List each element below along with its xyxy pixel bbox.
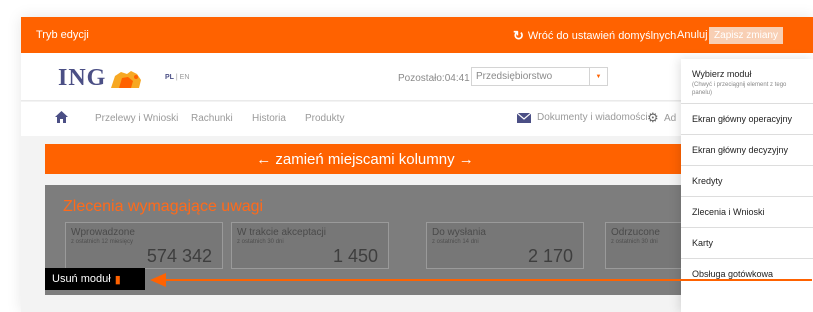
dashboard-editor: Tryb edycji ↻ Wróć do ustawień domyślnyc… <box>21 17 813 312</box>
module-option-cash[interactable]: Obsługa gotówkowa <box>681 258 813 289</box>
session-timer: Pozostało:04:41 <box>398 73 470 84</box>
chevron-down-icon: ▼ <box>589 68 607 85</box>
documents-label: Dokumenty i wiadomości <box>537 112 648 123</box>
module-title: Zlecenia wymagające uwagi <box>63 198 264 215</box>
module-picker-header: Wybierz moduł (Chwyć i przeciągnij eleme… <box>681 59 813 103</box>
lion-logo-icon <box>111 70 142 88</box>
card-value: 1 450 <box>332 246 378 266</box>
refresh-icon: ↻ <box>513 28 524 43</box>
module-option-operational[interactable]: Ekran główny operacyjny <box>681 103 813 134</box>
card-period: z ostatnich 14 dni <box>432 239 479 245</box>
lang-pl[interactable]: PL <box>165 74 174 81</box>
card-label: W trakcie akceptacji <box>237 227 326 238</box>
nav-item-history[interactable]: Historia <box>252 113 286 124</box>
edit-mode-bar: Tryb edycji ↻ Wróć do ustawień domyślnyc… <box>21 17 813 53</box>
nav-item-transfers[interactable]: Przelewy i Wnioski <box>95 113 178 124</box>
card-label: Wprowadzone <box>71 227 135 238</box>
orders-card-to-send[interactable]: Do wysłania z ostatnich 14 dni 2 170 <box>426 222 584 269</box>
gear-icon[interactable]: ⚙ <box>647 110 659 126</box>
profile-select-value: Przedsiębiorstwo <box>476 71 553 82</box>
module-option-orders[interactable]: Zlecenia i Wnioski <box>681 196 813 227</box>
remove-module-label: Usuń moduł <box>52 273 111 285</box>
restore-defaults-label: Wróć do ustawień domyślnych <box>527 29 677 42</box>
profile-select[interactable]: Przedsiębiorstwo ▼ <box>471 67 608 86</box>
nav-item-admin[interactable]: Ad <box>664 113 676 124</box>
lang-en[interactable]: EN <box>180 74 190 81</box>
module-option-decision[interactable]: Ekran główny decyzyjny <box>681 134 813 165</box>
module-picker-hint: (Chwyć i przeciągnij element z tego pane… <box>692 82 787 96</box>
card-value: 2 170 <box>527 246 573 266</box>
save-changes-button[interactable]: Zapisz zmiany <box>709 27 783 44</box>
module-option-cards[interactable]: Karty <box>681 227 813 258</box>
module-picker-panel: Wybierz moduł (Chwyć i przeciągnij eleme… <box>681 59 813 312</box>
swap-columns-button[interactable]: ← zamień miejscami kolumny → <box>45 144 685 174</box>
card-period: z ostatnich 30 dni <box>611 239 658 245</box>
module-option-credits[interactable]: Kredyty <box>681 165 813 196</box>
orders-module[interactable]: Zlecenia wymagające uwagi Wprowadzone z … <box>45 185 725 295</box>
nav-item-documents[interactable]: Dokumenty i wiadomości <box>517 112 648 123</box>
edit-mode-title: Tryb edycji <box>36 29 89 41</box>
trash-icon: ▮ <box>114 273 121 286</box>
card-period: z ostatnich 30 dni <box>237 239 284 245</box>
orders-card-in-approval[interactable]: W trakcie akceptacji z ostatnich 30 dni … <box>231 222 389 269</box>
card-label: Do wysłania <box>432 227 486 238</box>
card-value: 574 342 <box>146 246 212 266</box>
card-label: Odrzucone <box>611 227 660 238</box>
home-icon[interactable] <box>55 111 68 123</box>
ing-logo[interactable]: ING <box>58 65 143 92</box>
nav-item-products[interactable]: Produkty <box>305 113 344 124</box>
language-switch[interactable]: PL | EN <box>165 74 189 81</box>
orders-card-entered[interactable]: Wprowadzone z ostatnich 12 miesięcy 574 … <box>65 222 223 269</box>
envelope-icon <box>517 112 531 123</box>
logo-text: ING <box>58 65 107 91</box>
cancel-button[interactable]: Anuluj <box>677 29 708 41</box>
module-picker-title: Wybierz moduł <box>692 69 752 79</box>
nav-item-accounts[interactable]: Rachunki <box>191 113 233 124</box>
card-period: z ostatnich 12 miesięcy <box>71 239 134 245</box>
restore-defaults-button[interactable]: ↻ Wróć do ustawień domyślnych <box>513 29 676 42</box>
remove-module-button[interactable]: Usuń moduł ▮ <box>45 268 145 290</box>
